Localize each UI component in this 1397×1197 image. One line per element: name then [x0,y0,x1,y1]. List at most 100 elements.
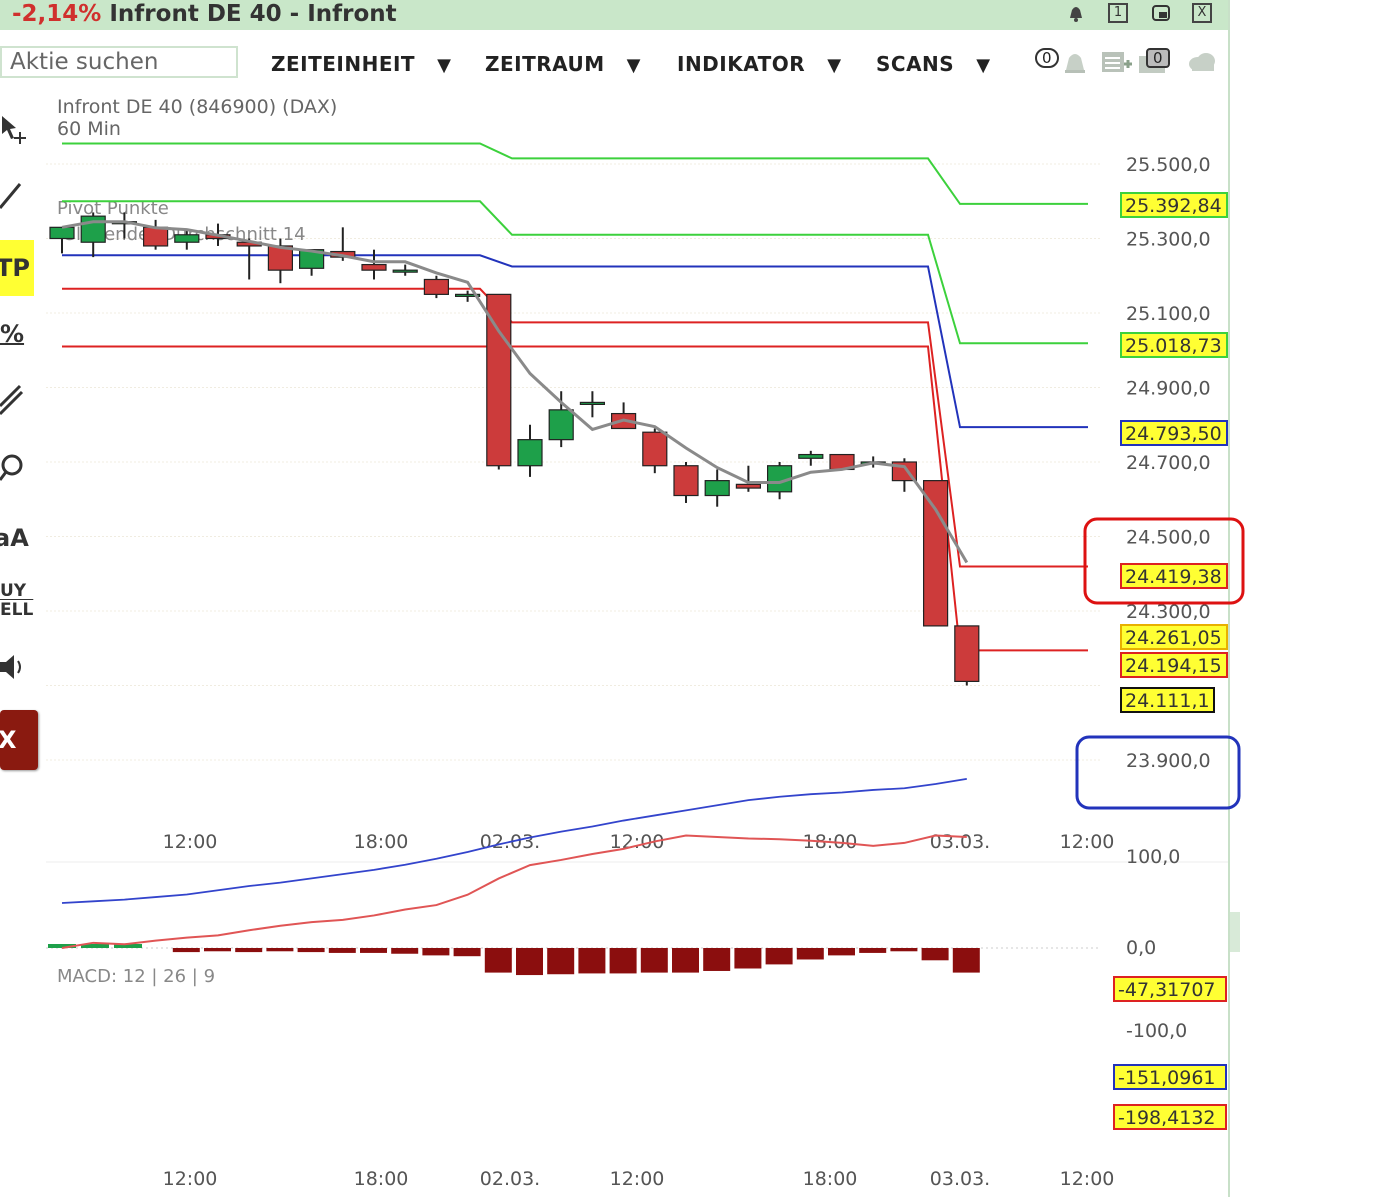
candle-body [174,234,200,243]
menu-scans[interactable]: SCANS ▼ [876,52,991,76]
macd-histogram-bar [484,948,512,973]
search-input[interactable] [0,46,238,78]
interval-label: 60 Min [57,118,121,140]
macd-axis-label: 0,0 [1126,937,1156,959]
time-axis-label: 12:00 [1060,1168,1115,1190]
macd-histogram-bar [297,948,325,953]
candle-body [673,465,699,497]
candle-body [423,278,449,295]
candle-body [80,215,106,243]
menu-zeiteinheit[interactable]: ZEITEINHEIT ▼ [271,52,451,76]
price-axis-label: 23.900,0 [1126,750,1211,772]
price-axis-label: 25.100,0 [1126,303,1211,325]
candle-body [517,439,543,467]
time-axis-label: 12:00 [163,1168,218,1190]
macd-histogram-bar [828,948,855,956]
folder-count-badge: 0 [1146,48,1170,68]
macd-tag-value: -198,4132 [1118,1107,1216,1129]
menu-indikator[interactable]: INDIKATOR ▼ [677,52,842,76]
price-axis-label: 24.700,0 [1126,452,1211,474]
level-tag-value: 24.261,05 [1125,627,1222,649]
level-tag-value: 24.194,15 [1125,655,1222,677]
macd-axis: 100,0 0,0 -100,0 [1126,846,1187,1042]
candles [49,212,980,686]
time-axis-label: 18:00 [803,1168,858,1190]
restore-icon[interactable] [1151,3,1171,23]
candle-body [735,483,762,489]
window-1-icon[interactable]: 1 [1108,3,1128,23]
macd-tags: -47,31707 -151,0961 -198,4132 [1113,976,1227,1130]
menu-zeitraum[interactable]: ZEITRAUM ▼ [485,52,641,76]
macd-histogram-bar [672,948,699,973]
level-tag-value: 25.018,73 [1125,335,1222,357]
time-axis-label: 18:00 [354,1168,409,1190]
level-tag-value: 24.419,38 [1125,566,1222,588]
macd-histogram-bar [204,948,231,952]
macd-histogram-bar [578,948,606,974]
candle-body [579,401,606,405]
macd-histogram-bar [360,948,387,953]
macd-histogram-bar [921,948,949,961]
candle-body [922,480,949,627]
price-axis-label: 25.300,0 [1126,229,1211,251]
candle-body [954,625,980,683]
candle-body [49,226,75,240]
macd-histogram-bar [453,948,481,957]
title-bar: -2,14% Infront DE 40 - Infront 1 X [0,0,1228,30]
candle-body [392,269,418,273]
window-title: -2,14% Infront DE 40 - Infront [12,1,397,27]
macd-histogram-bar [516,948,543,976]
price-axis-label: 24.500,0 [1126,527,1211,549]
menu-scans-label: SCANS [876,52,955,76]
level-tag-value: 25.392,84 [1125,195,1222,217]
candle-body [361,263,387,271]
level-tag-value: 24.793,50 [1125,423,1222,445]
toolbar: ZEITEINHEIT ▼ ZEITRAUM ▼ INDIKATOR ▼ SCANS ▼… [0,30,1228,92]
macd-histogram-bar [765,948,793,965]
macd-panel [46,778,1100,976]
alarm-bell-icon[interactable] [1062,48,1088,81]
ma-line [61,220,969,564]
menu-indikator-label: INDIKATOR [677,52,806,76]
bell-icon[interactable] [1066,3,1086,23]
alert-count-badge: 0 [1035,48,1059,68]
scrollbar-handle[interactable] [1230,912,1240,952]
level-tag-value: 24.111,1 [1125,690,1210,712]
price-axis: 25.500,0 25.300,0 25.100,0 24.900,0 24.700,0… [1126,154,1211,772]
chevron-down-icon: ▼ [437,55,452,76]
pivot-line [62,142,1088,205]
macd-histogram-bar [796,948,824,960]
menu-zeitraum-label: ZEITRAUM [485,52,605,76]
moving-average [61,220,969,564]
macd-histogram-bar [734,948,762,969]
macd-histogram-bar [328,948,356,953]
chart-area[interactable]: Infront DE 40 (846900) (DAX) 60 Min Pivo… [0,92,1397,1197]
close-label: X [1197,5,1207,20]
candle-body [548,409,574,441]
candle-body [642,431,668,467]
time-axis-label: 12:00 [1060,831,1115,853]
macd-axis-label: 100,0 [1126,846,1180,868]
macd-histogram-bar [890,948,918,952]
time-axis-label: 12:00 [163,831,218,853]
macd-tag-value: -47,31707 [1118,979,1216,1001]
watchlist-add-icon[interactable] [1100,48,1134,81]
close-icon[interactable]: X [1192,3,1212,23]
macd-histogram-bar [952,948,980,973]
macd-histogram-bar [547,948,575,975]
macd-axis-label: -100,0 [1126,1020,1187,1042]
macd-histogram-bar [422,948,450,956]
macd-tag-value: -151,0961 [1118,1067,1216,1089]
instrument-title: Infront DE 40 (846900) (DAX) [57,96,337,118]
macd-histogram-bar [703,948,731,971]
chevron-down-icon: ▼ [827,55,842,76]
candle-body [704,480,730,497]
app-window: -2,14% Infront DE 40 - Infront 1 X ZEITE… [0,0,1245,1197]
macd-histogram-bar [391,948,419,954]
time-axis-label: 03.03. [930,831,990,853]
price-grid [46,163,1100,761]
macd-legend: MACD: 12 | 26 | 9 [57,966,215,987]
time-axis-label: 18:00 [354,831,409,853]
time-axis-top: 12:00 18:00 02.03. 12:00 18:00 03.03. 12:00 [163,831,1115,853]
cloud-icon[interactable] [1186,48,1218,79]
